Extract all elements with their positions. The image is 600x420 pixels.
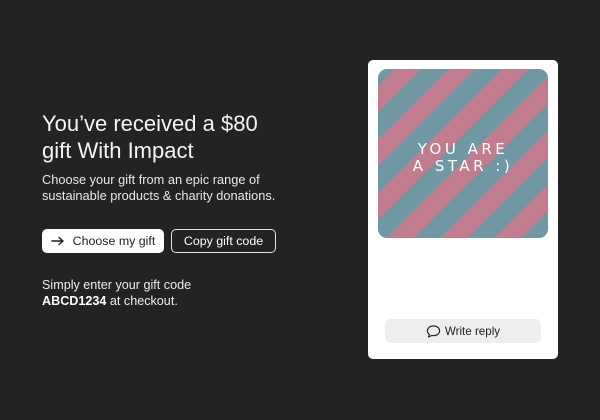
gift-card-image: YOU ARE A STAR :) <box>378 69 548 238</box>
gift-code-info: Simply enter your gift code ABCD1234 at … <box>42 277 191 309</box>
gift-headline-line-1: You’ve received a $80 <box>42 111 258 136</box>
arrow-right-icon <box>50 236 64 246</box>
gift-description: Choose your gift from an epic range of s… <box>42 172 342 204</box>
gift-code-value: ABCD1234 <box>42 294 107 308</box>
gift-card-text-line-2: A STAR :) <box>412 157 514 175</box>
write-reply-button[interactable]: Write reply <box>385 319 541 343</box>
gift-headline-line-2: gift With Impact <box>42 138 194 163</box>
choose-gift-label: Choose my gift <box>72 234 156 248</box>
gift-description-line-1: Choose your gift from an epic range of <box>42 172 260 187</box>
choose-gift-button[interactable]: Choose my gift <box>42 229 164 253</box>
gift-message: You’ve received a $80 gift With Impact C… <box>42 110 342 204</box>
gift-card-text-line-1: YOU ARE <box>417 140 509 158</box>
gift-card: YOU ARE A STAR :) Write reply <box>368 60 558 359</box>
gift-card-image-text: YOU ARE A STAR :) <box>378 141 548 175</box>
write-reply-label: Write reply <box>444 324 501 338</box>
copy-gift-code-button[interactable]: Copy gift code <box>171 229 276 253</box>
gift-code-checkout-text: at checkout. <box>106 294 178 308</box>
gift-description-line-2: sustainable products & charity donations… <box>42 188 276 203</box>
gift-code-instruction: Simply enter your gift code <box>42 278 192 292</box>
speech-bubble-icon <box>426 324 441 338</box>
gift-headline: You’ve received a $80 gift With Impact <box>42 110 342 164</box>
copy-gift-code-label: Copy gift code <box>183 234 264 248</box>
gift-actions: Choose my gift Copy gift code <box>42 229 276 253</box>
